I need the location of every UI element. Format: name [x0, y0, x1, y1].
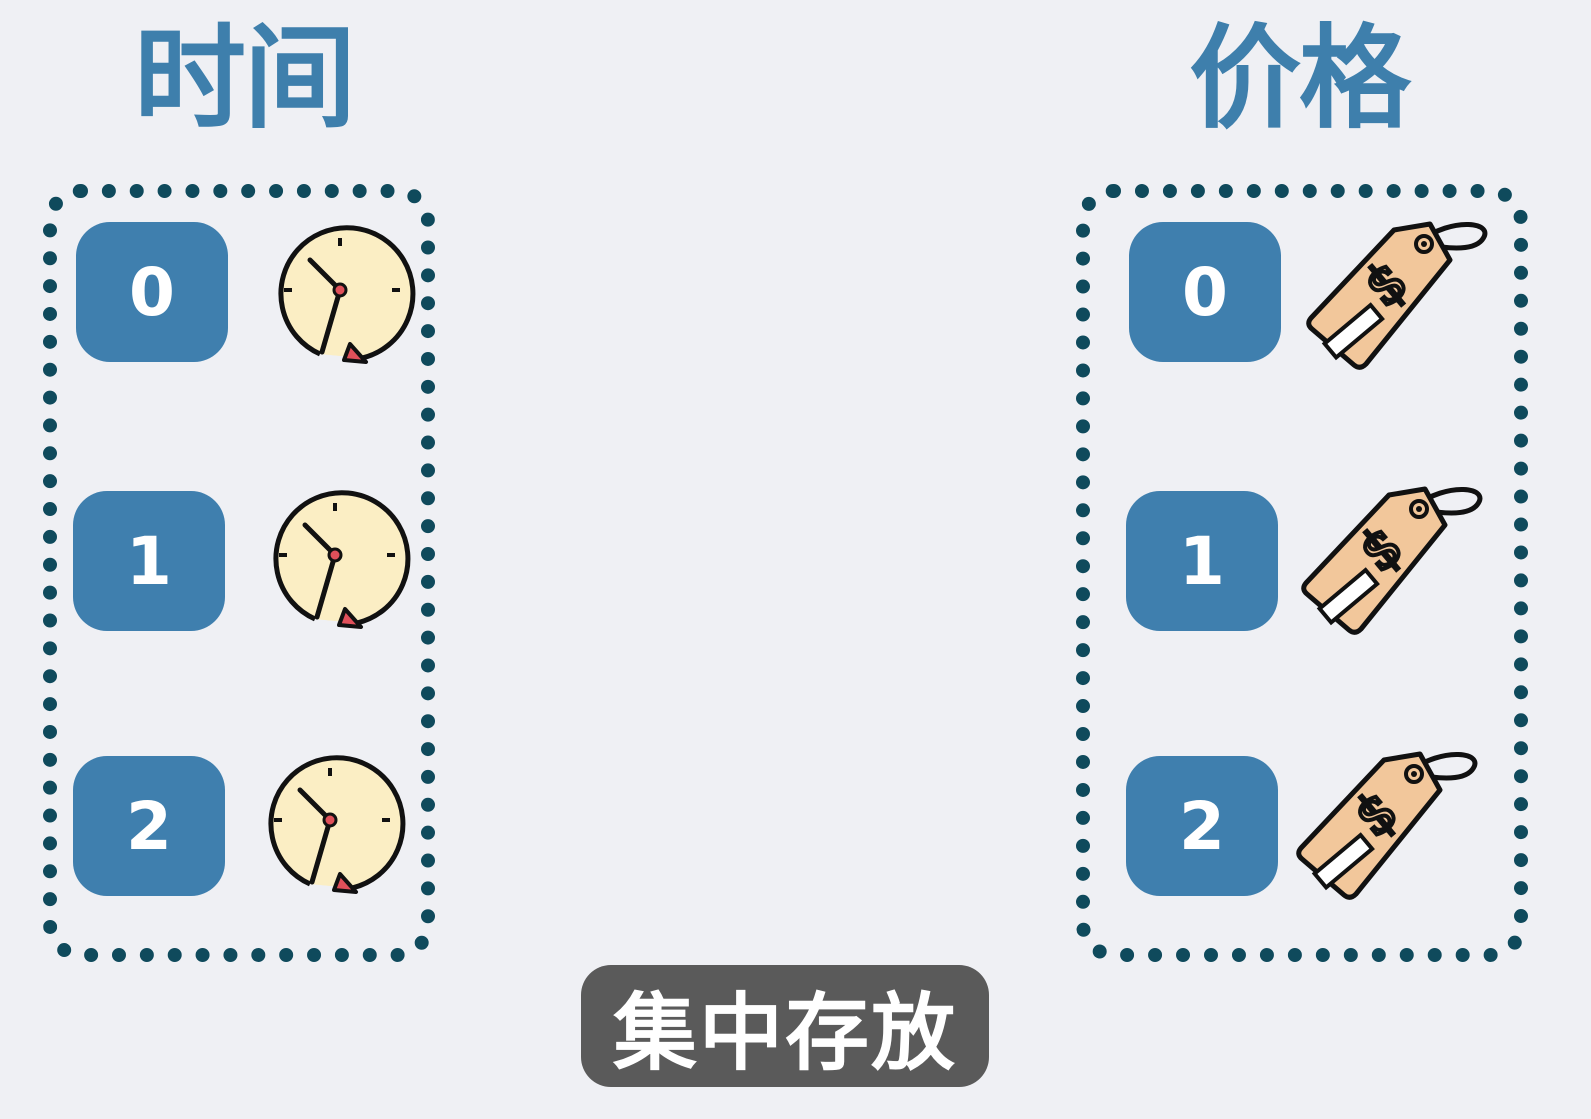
clock-icon [273, 490, 411, 629]
price-tag-icon: $ [1296, 751, 1478, 900]
price-tag-icon: $ [1301, 486, 1483, 635]
time-index-badge-0: 0 [76, 222, 228, 362]
price-index-badge-0: 0 [1129, 222, 1281, 362]
price-tag-icon: $ [1306, 221, 1488, 370]
time-heading: 时间 [134, 14, 356, 144]
price-heading: 价格 [1189, 14, 1411, 144]
clock-icon [268, 755, 406, 894]
clock-icon [278, 225, 416, 364]
time-index-badge-2: 2 [73, 756, 225, 896]
price-index-badge-1: 1 [1126, 491, 1278, 631]
time-index-badge-1: 1 [73, 491, 225, 631]
price-index-badge-2: 2 [1126, 756, 1278, 896]
caption-subtitle: 集中存放 [581, 965, 989, 1087]
